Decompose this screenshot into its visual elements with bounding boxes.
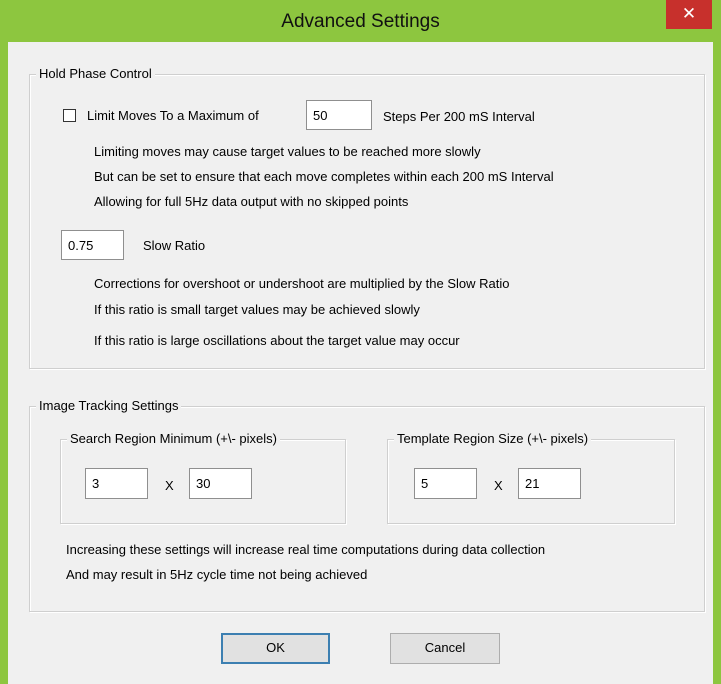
limit-moves-label[interactable]: Limit Moves To a Maximum of (87, 108, 259, 124)
title-bar[interactable]: Advanced Settings ✕ (0, 0, 721, 42)
search-region-x-separator: X (165, 478, 174, 493)
image-tracking-settings-legend: Image Tracking Settings (36, 398, 182, 414)
ratio-info-line-1: Corrections for overshoot or undershoot … (94, 276, 510, 291)
ok-button[interactable]: OK (221, 633, 330, 664)
max-steps-input[interactable] (306, 100, 372, 130)
ratio-info-line-2: If this ratio is small target values may… (94, 302, 420, 317)
slow-ratio-input[interactable] (61, 230, 124, 260)
search-region-x-input[interactable] (85, 468, 148, 499)
limit-info-line-2: But can be set to ensure that each move … (94, 169, 554, 184)
ratio-info-line-3: If this ratio is large oscillations abou… (94, 333, 460, 348)
tracking-note-line-2: And may result in 5Hz cycle time not bei… (66, 567, 368, 582)
template-region-x-separator: X (494, 478, 503, 493)
search-region-legend: Search Region Minimum (+\- pixels) (67, 431, 280, 447)
tracking-note-line-1: Increasing these settings will increase … (66, 542, 546, 557)
template-region-y-input[interactable] (518, 468, 581, 499)
close-icon: ✕ (681, 4, 697, 23)
steps-per-interval-label: Steps Per 200 mS Interval (383, 109, 535, 124)
cancel-button[interactable]: Cancel (390, 633, 500, 664)
limit-moves-checkbox[interactable] (63, 109, 76, 122)
search-region-y-input[interactable] (189, 468, 252, 499)
limit-info-line-1: Limiting moves may cause target values t… (94, 144, 481, 159)
template-region-legend: Template Region Size (+\- pixels) (394, 431, 592, 447)
window-title: Advanced Settings (281, 11, 440, 32)
limit-info-line-3: Allowing for full 5Hz data output with n… (94, 194, 409, 209)
close-button[interactable]: ✕ (666, 0, 712, 29)
template-region-x-input[interactable] (414, 468, 477, 499)
slow-ratio-label: Slow Ratio (143, 238, 206, 253)
hold-phase-control-legend: Hold Phase Control (36, 66, 155, 82)
